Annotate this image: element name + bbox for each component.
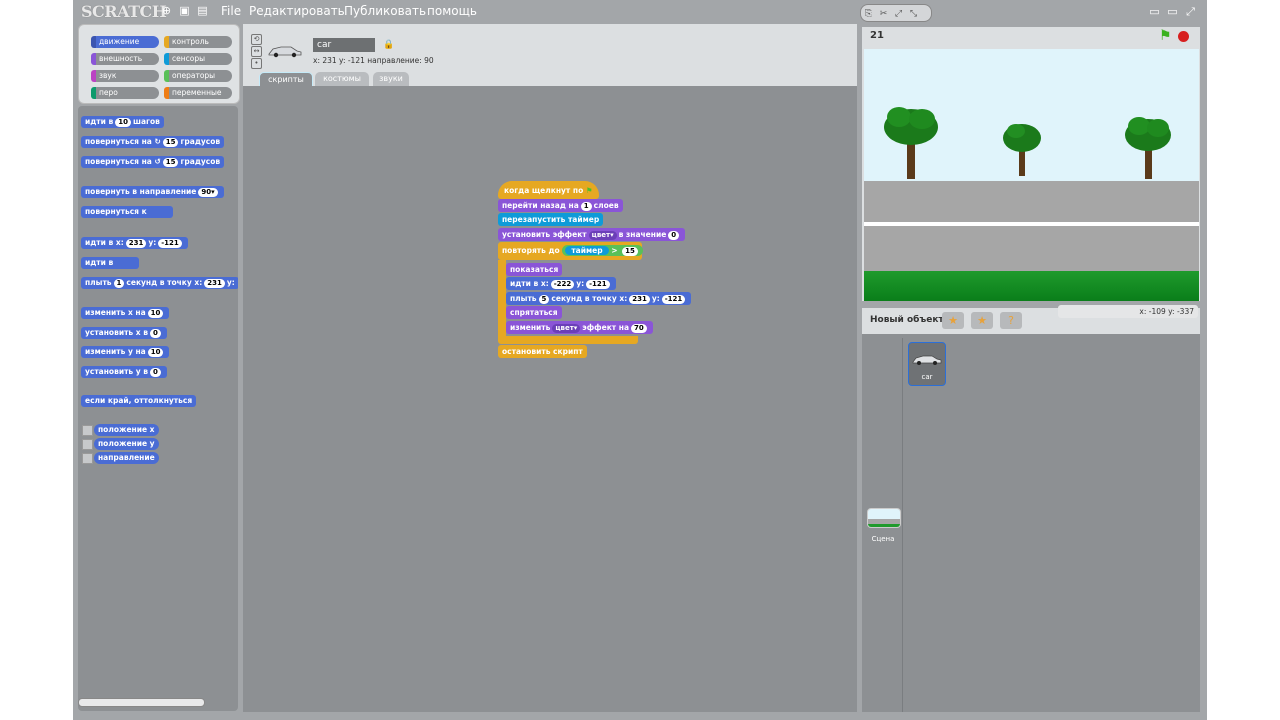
stop-sign-icon[interactable] <box>1178 31 1189 42</box>
car-icon <box>912 355 942 365</box>
tree-right <box>1125 117 1171 179</box>
stage-header: 21 ⚑ <box>862 27 1200 47</box>
normal-stage-icon[interactable]: ▭ <box>1167 6 1178 17</box>
block-set-effect[interactable]: установить эффект цвет▾ в значение 0 <box>498 228 686 241</box>
block-glide[interactable]: плыть 1 секунд в точку х: 231 у: <box>81 277 238 289</box>
sprite-header: ⟲ ↔ • car 🔒 x: 231 y: -121 направление: … <box>243 24 857 88</box>
block-hide[interactable]: спрятаться <box>506 306 562 319</box>
block-goto-xy[interactable]: идти в х: -222 у: -121 <box>506 277 616 290</box>
menu-help[interactable]: помощь <box>427 4 477 18</box>
script-area-panel: ⟲ ↔ • car 🔒 x: 231 y: -121 направление: … <box>243 24 857 712</box>
menu-share[interactable]: Публиковать <box>344 4 426 18</box>
block-turn-left[interactable]: повернуться на ↺ 15 градусов <box>81 156 225 168</box>
tab-costumes[interactable]: костюмы <box>315 72 369 86</box>
block-change-y[interactable]: изменить у на 10 <box>81 346 170 358</box>
lock-icon[interactable]: 🔒 <box>383 40 394 50</box>
tool-buttons: ⎘ ✂ ⤢ ⤡ <box>860 4 932 22</box>
mouse-coordinates: x: -109 y: -337 <box>1058 305 1198 318</box>
menu-edit[interactable]: Редактировать <box>249 4 345 18</box>
block-palette: идти в 10 шагов повернуться на ↻ 15 градусов… <box>78 106 238 711</box>
palette-scrollbar[interactable] <box>78 698 205 707</box>
shrink-tool-icon[interactable]: ⤡ <box>906 6 921 22</box>
block-show[interactable]: показаться <box>506 263 563 276</box>
reporter-direction[interactable]: направление <box>94 452 159 464</box>
category-control[interactable]: контроль <box>164 36 232 48</box>
sprite-thumb-car[interactable]: car <box>908 342 946 386</box>
sprite-list-panel: Новый объект ★ ★ ? car Сцена <box>862 308 1200 712</box>
presentation-mode-icon[interactable]: ⤢ <box>1185 6 1196 17</box>
globe-icon[interactable]: ⊕ <box>161 5 172 16</box>
grow-tool-icon[interactable]: ⤢ <box>891 6 906 22</box>
delete-tool-icon[interactable]: ✂ <box>876 6 891 22</box>
block-glide[interactable]: плыть 5 секунд в точку х: 231 у: -121 <box>506 292 692 305</box>
tree-left <box>884 107 938 179</box>
category-looks[interactable]: внешность <box>91 53 159 65</box>
category-variables[interactable]: переменные <box>164 87 232 99</box>
no-rotate-icon[interactable]: • <box>251 58 262 69</box>
reporter-x-position[interactable]: положение х <box>94 424 159 436</box>
trees-backdrop <box>884 107 1171 179</box>
menubar: SCRATCH ⊕ ▣ ▤ File Редактировать Публико… <box>73 0 1207 24</box>
share-icon[interactable]: ▤ <box>197 5 208 16</box>
category-sound[interactable]: звук <box>91 70 159 82</box>
sprite-info: x: 231 y: -121 направление: 90 <box>313 56 434 65</box>
block-goto-xy[interactable]: идти в х: 231 у: -121 <box>81 237 188 249</box>
choose-sprite-icon[interactable]: ★ <box>971 312 993 329</box>
checkbox-direction[interactable] <box>82 453 93 464</box>
green-flag-icon: ⚑ <box>585 186 593 195</box>
block-change-effect[interactable]: изменить цвет▾ эффект на 70 <box>506 321 653 334</box>
reporter-y-position[interactable]: положение у <box>94 438 159 450</box>
block-set-x[interactable]: установить х в0 <box>81 327 167 339</box>
block-bounce[interactable]: если край, оттолкнуться <box>81 395 197 407</box>
stage-panel: 21 ⚑ <box>862 27 1200 301</box>
scratch-window: SCRATCH ⊕ ▣ ▤ File Редактировать Публико… <box>73 0 1207 720</box>
block-turn-right[interactable]: повернуться на ↻ 15 градусов <box>81 136 225 148</box>
block-goto[interactable]: идти в <box>81 257 140 269</box>
car-thumbnail-icon <box>268 46 302 58</box>
duplicate-tool-icon[interactable]: ⎘ <box>861 6 876 22</box>
tab-sounds[interactable]: звуки <box>373 72 409 86</box>
sprite-name-input[interactable]: car <box>313 38 375 52</box>
block-point-towards[interactable]: повернуться к <box>81 206 173 218</box>
category-selector: движение контроль внешность сенсоры звук… <box>78 24 240 104</box>
sprite-thumb-label: car <box>921 373 933 381</box>
block-change-x[interactable]: изменить х на 10 <box>81 307 170 319</box>
block-set-y[interactable]: установить у в0 <box>81 366 167 378</box>
category-sensing[interactable]: сенсоры <box>164 53 232 65</box>
checkbox-y-position[interactable] <box>82 439 93 450</box>
road <box>864 181 1199 271</box>
paint-new-sprite-icon[interactable]: ★ <box>942 312 964 329</box>
scratch-logo: SCRATCH <box>81 2 167 21</box>
category-operators[interactable]: операторы <box>164 70 232 82</box>
green-flag-icon[interactable]: ⚑ <box>1159 28 1172 44</box>
stage-canvas[interactable] <box>864 49 1199 301</box>
block-move-steps[interactable]: идти в 10 шагов <box>81 116 164 128</box>
stage-thumb[interactable] <box>867 508 901 528</box>
random-sprite-icon[interactable]: ? <box>1000 312 1022 329</box>
scripts-canvas[interactable]: когда щелкнут по ⚑ перейти назад на 1 слое… <box>243 86 857 712</box>
small-stage-icon[interactable]: ▭ <box>1149 6 1160 17</box>
stage-counter: 21 <box>870 30 884 41</box>
block-point-direction[interactable]: повернуть в направление 90▾ <box>81 186 224 198</box>
category-pen[interactable]: перо <box>91 87 159 99</box>
checkbox-x-position[interactable] <box>82 425 93 436</box>
block-reset-timer[interactable]: перезапустить таймер <box>498 213 604 226</box>
new-object-label: Новый объект <box>870 315 944 325</box>
rotate-cw-icon: ↻ <box>154 137 161 146</box>
hat-when-flag-clicked[interactable]: когда щелкнут по ⚑ <box>498 181 599 199</box>
rotate-style-icon[interactable]: ⟲ <box>251 34 262 45</box>
grass <box>864 271 1199 301</box>
flip-style-icon[interactable]: ↔ <box>251 46 262 57</box>
category-motion[interactable]: движение <box>91 36 159 48</box>
menu-file[interactable]: File <box>221 4 241 18</box>
reporter-timer[interactable]: таймер <box>565 246 609 255</box>
operator-greater[interactable]: таймер > 15 <box>562 245 643 256</box>
block-go-back-layers[interactable]: перейти назад на 1 слоев <box>498 199 623 212</box>
road-stripe <box>864 222 1199 226</box>
stage-thumb-label: Сцена <box>871 535 895 543</box>
rotate-ccw-icon: ↺ <box>154 157 161 166</box>
block-stop-script[interactable]: остановить скрипт <box>498 345 587 358</box>
save-icon[interactable]: ▣ <box>179 5 190 16</box>
tree-middle <box>1003 124 1041 176</box>
